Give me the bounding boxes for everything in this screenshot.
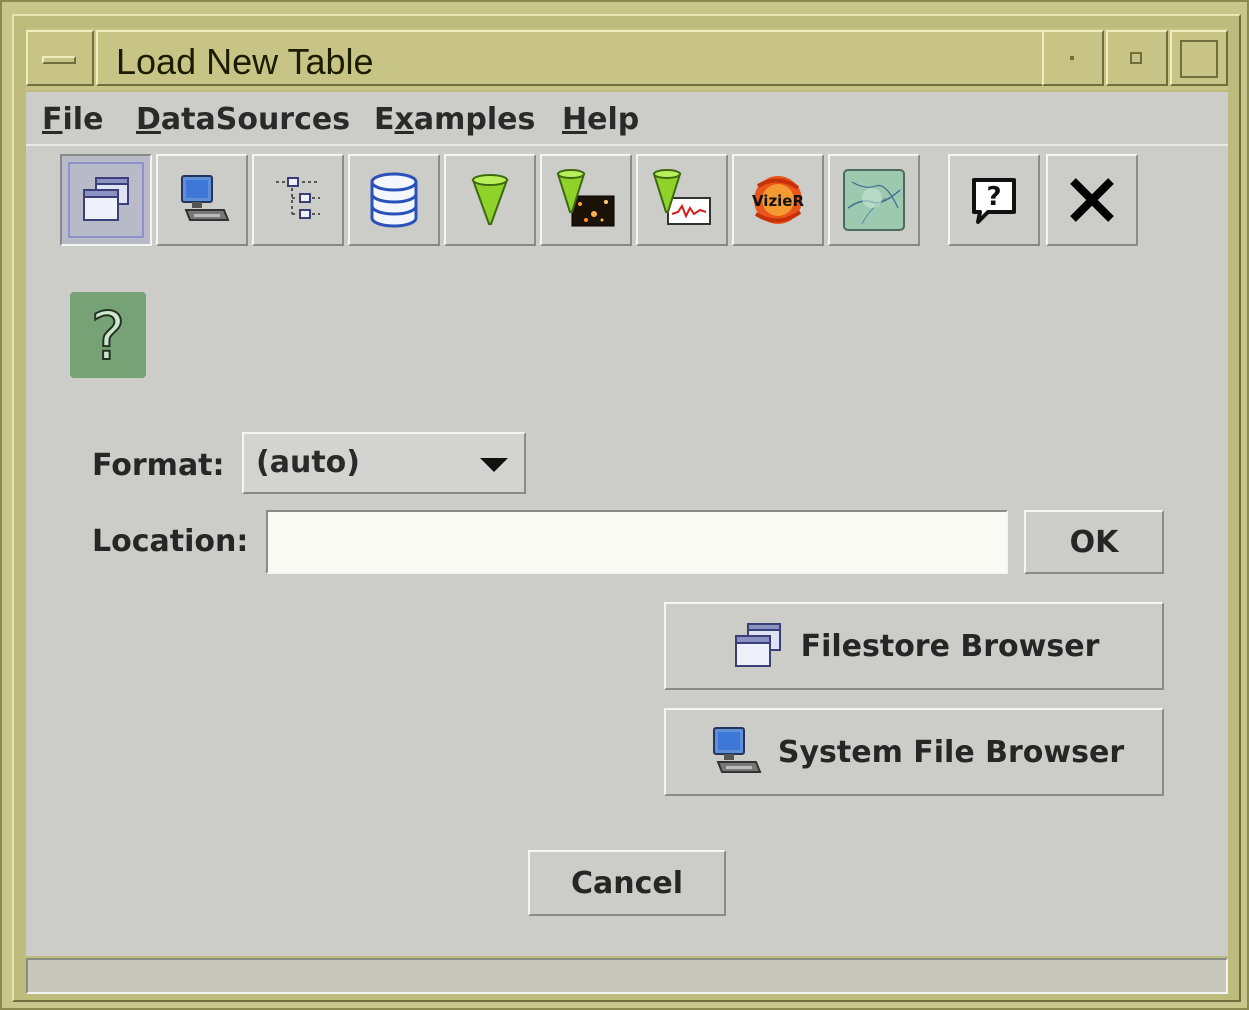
status-bar bbox=[26, 958, 1228, 994]
menu-datasources-mnemonic: D bbox=[136, 102, 161, 137]
format-label: Format: bbox=[92, 448, 225, 483]
vizier-icon: VizieR bbox=[752, 176, 805, 224]
ssap-spectrum-cone-icon bbox=[652, 169, 711, 225]
toolbar-help-button[interactable]: ? bbox=[948, 154, 1040, 246]
help-icon: ? bbox=[972, 178, 1016, 224]
chevron-down-icon bbox=[480, 458, 508, 472]
format-select[interactable]: (auto) bbox=[242, 432, 526, 494]
toolbar-close-button[interactable] bbox=[1046, 154, 1138, 246]
fullscreen-button[interactable] bbox=[1170, 30, 1228, 86]
siap-image-cone-icon bbox=[556, 169, 615, 227]
dialog-content: File DataSources Examples Help VizieR ? … bbox=[26, 92, 1228, 956]
maximize-button[interactable] bbox=[1106, 30, 1168, 86]
system-file-browser-label: System File Browser bbox=[777, 734, 1125, 770]
menu-help[interactable]: Help bbox=[562, 102, 639, 137]
question-mark-icon: ? bbox=[89, 297, 126, 373]
format-select-value: (auto) bbox=[256, 445, 360, 480]
toolbar-filestore-button[interactable] bbox=[60, 154, 152, 246]
minimize-icon bbox=[1070, 56, 1074, 60]
toolbar-ssap-button[interactable] bbox=[636, 154, 728, 246]
filestore-browser-button[interactable]: Filestore Browser bbox=[664, 602, 1164, 690]
question-mark-glyph: ? bbox=[90, 298, 125, 373]
database-icon bbox=[370, 172, 418, 228]
help-icon-text: ? bbox=[986, 182, 1001, 212]
location-input[interactable] bbox=[266, 510, 1008, 574]
toolbar-cone-button[interactable] bbox=[444, 154, 536, 246]
toolbar-database-button[interactable] bbox=[348, 154, 440, 246]
ok-button[interactable]: OK bbox=[1024, 510, 1164, 574]
sky-map-icon bbox=[843, 169, 905, 231]
context-help-icon: ? bbox=[70, 292, 146, 378]
menu-examples-pre: E bbox=[374, 102, 395, 137]
system-computer-icon bbox=[704, 722, 764, 782]
menu-file[interactable]: File bbox=[42, 102, 103, 137]
toolbar-siap-button[interactable] bbox=[540, 154, 632, 246]
toolbar-tree-button[interactable] bbox=[252, 154, 344, 246]
system-file-browser-button[interactable]: System File Browser bbox=[664, 708, 1164, 796]
window-menu-button[interactable] bbox=[26, 30, 94, 86]
location-label: Location: bbox=[92, 524, 249, 559]
cancel-button-label: Cancel bbox=[570, 865, 684, 901]
menu-help-label: elp bbox=[587, 102, 640, 137]
system-computer-icon bbox=[181, 175, 230, 221]
toolbar-selection-outline bbox=[68, 162, 144, 238]
close-icon bbox=[1070, 178, 1114, 222]
toolbar-skymap-button[interactable] bbox=[828, 154, 920, 246]
fullscreen-icon bbox=[1180, 40, 1218, 78]
menu-datasources-label: ataSources bbox=[160, 102, 351, 137]
tree-hierarchy-icon bbox=[276, 177, 320, 219]
toolbar-system-button[interactable] bbox=[156, 154, 248, 246]
ok-button-label: OK bbox=[1069, 524, 1119, 560]
menu-datasources[interactable]: DataSources bbox=[136, 102, 350, 137]
window-menu-icon bbox=[42, 56, 76, 64]
menu-bar: File DataSources Examples Help bbox=[26, 92, 1228, 146]
menu-help-mnemonic: H bbox=[562, 102, 588, 137]
menu-file-label: ile bbox=[62, 102, 104, 137]
menu-examples-label: amples bbox=[413, 102, 536, 137]
menu-examples[interactable]: Examples bbox=[374, 102, 535, 137]
menu-examples-mnemonic: x bbox=[394, 102, 414, 137]
minimize-button[interactable] bbox=[1042, 30, 1104, 86]
title-area[interactable]: Load New Table bbox=[96, 30, 1058, 86]
maximize-icon bbox=[1130, 52, 1142, 64]
window-title: Load New Table bbox=[116, 41, 374, 82]
filestore-browser-label: Filestore Browser bbox=[800, 628, 1100, 664]
cone-search-icon bbox=[471, 174, 509, 225]
filestore-folder-icon bbox=[729, 618, 787, 674]
vizier-text: VizieR bbox=[752, 192, 805, 210]
toolbar-vizier-button[interactable]: VizieR bbox=[732, 154, 824, 246]
menu-file-mnemonic: F bbox=[42, 102, 63, 137]
cancel-button[interactable]: Cancel bbox=[528, 850, 726, 916]
title-bar[interactable]: Load New Table bbox=[26, 28, 1228, 90]
